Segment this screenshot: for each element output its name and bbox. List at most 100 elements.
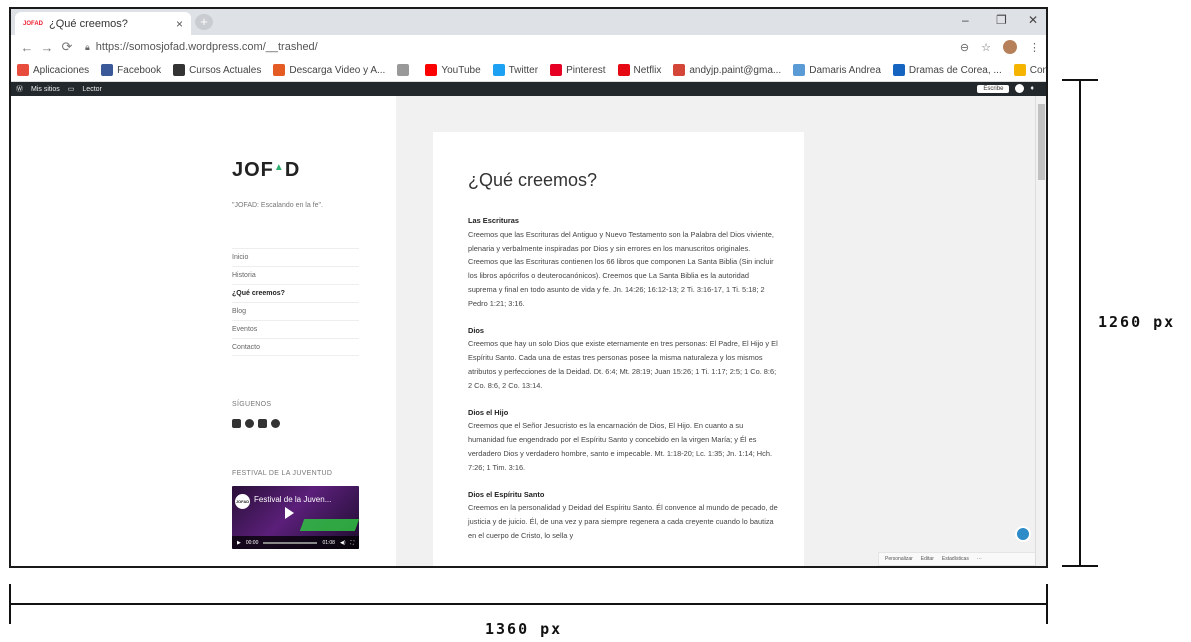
apps-grid-icon: [17, 64, 29, 76]
bookmark-item[interactable]: Damaris Andrea: [793, 64, 881, 76]
forward-icon[interactable]: →: [37, 40, 57, 55]
address-bar: ← → ⟳ 🔒︎ https://somosjofad.wordpress.com…: [11, 35, 1046, 59]
video-time-total: 01:08: [322, 539, 335, 546]
zoom-icon[interactable]: ⊖: [960, 41, 969, 54]
wordpress-icon[interactable]: Ⓦ: [16, 84, 23, 94]
user-avatar-icon[interactable]: [1015, 84, 1025, 93]
page-icon: [397, 64, 410, 76]
address-actions: ⊖ ☆ ⋮: [960, 40, 1040, 54]
youtube-icon: [425, 64, 438, 76]
height-dim-line: [1079, 79, 1081, 567]
site-logo[interactable]: JOF▲D: [232, 159, 300, 182]
reload-icon[interactable]: ⟳: [57, 39, 77, 55]
bookmark-label: Twitter: [508, 64, 539, 76]
wordpress-float-icon[interactable]: [1015, 526, 1031, 542]
bookmark-label: Convertidor de Vid...: [1029, 64, 1046, 76]
volume-icon[interactable]: ◀): [340, 540, 346, 546]
estadisticas-link[interactable]: Estadísticas: [942, 556, 969, 562]
twitter-icon: [492, 64, 505, 76]
section-heading: Dios el Hijo: [468, 407, 509, 417]
menu-item-blog[interactable]: Blog: [232, 302, 359, 320]
menu-item-historia[interactable]: Historia: [232, 266, 359, 284]
width-dim-label: 1360 px: [485, 620, 563, 638]
bookmarks-bar: Aplicaciones Facebook Cursos Actuales Desca…: [11, 59, 1046, 82]
download-icon: [273, 64, 286, 76]
profile-icon: [793, 64, 806, 76]
back-icon[interactable]: ←: [17, 40, 37, 55]
maximize-icon[interactable]: ❐: [996, 13, 1007, 27]
close-window-icon[interactable]: ✕: [1028, 13, 1038, 27]
mis-sitios-link[interactable]: Mis sitios: [31, 86, 60, 93]
section-heading: Dios el Espíritu Santo: [468, 489, 545, 499]
play-icon[interactable]: [285, 507, 294, 519]
fullscreen-icon[interactable]: ⛶: [350, 540, 354, 546]
personalizar-link[interactable]: Personalizar: [885, 556, 913, 562]
bookmark-item[interactable]: Twitter: [492, 64, 539, 76]
width-dim-tick-right: [1046, 584, 1048, 624]
video-graphic: [299, 519, 359, 531]
menu-item-eventos[interactable]: Eventos: [232, 320, 359, 338]
url-field[interactable]: 🔒︎ https://somosjofad.wordpress.com/__tra…: [85, 41, 960, 53]
section-text: Creemos que las Escrituras del Antiguo y…: [468, 229, 774, 308]
pinterest-icon: [550, 64, 563, 76]
bookmark-item[interactable]: Dramas de Corea, ...: [892, 64, 1002, 76]
reader-icon: ▭: [67, 86, 75, 93]
lock-icon: 🔒︎: [85, 42, 90, 52]
bookmark-item[interactable]: [397, 64, 413, 76]
bookmark-item[interactable]: andyjp.paint@gma...: [673, 64, 781, 76]
instagram-icon[interactable]: [245, 419, 254, 428]
scrollbar-thumb[interactable]: [1038, 104, 1045, 180]
menu-item-que-creemos[interactable]: ¿Qué creemos?: [232, 284, 359, 302]
video-progress-bar[interactable]: [263, 541, 318, 544]
tab-close-icon[interactable]: ×: [176, 17, 183, 31]
twitter-icon[interactable]: [271, 419, 280, 428]
facebook-icon[interactable]: [232, 419, 241, 428]
tab-favicon: JOFAD: [23, 20, 44, 27]
article-card: ¿Qué creemos? Las Escrituras Creemos que…: [433, 132, 804, 566]
notifications-icon[interactable]: ♦: [1030, 85, 1034, 92]
minimize-icon[interactable]: –: [962, 13, 969, 27]
play-small-icon[interactable]: ▶: [237, 540, 241, 546]
gmail-icon: [673, 64, 686, 76]
width-dim-line: [9, 603, 1048, 605]
bookmark-item[interactable]: Pinterest: [550, 64, 606, 76]
bookmark-item[interactable]: Netflix: [617, 64, 662, 76]
lector-link[interactable]: Lector: [82, 86, 101, 93]
bookmark-item[interactable]: Cursos Actuales: [173, 64, 261, 76]
bookmark-label: Dramas de Corea, ...: [908, 64, 1002, 76]
bookmark-item[interactable]: Descarga Video y A...: [273, 64, 385, 76]
r-icon: [892, 64, 905, 76]
active-tab[interactable]: JOFAD ¿Qué creemos? ×: [15, 12, 191, 35]
video-player[interactable]: JOFAD Festival de la Juven... ▶ 00:00 01…: [232, 486, 359, 549]
menu-kebab-icon[interactable]: ⋮: [1029, 41, 1040, 54]
star-icon[interactable]: ☆: [981, 41, 991, 54]
folder-icon: [1013, 64, 1026, 76]
admin-footer-bar: Personalizar Editar Estadísticas ···: [878, 552, 1038, 566]
page-scrollbar[interactable]: [1035, 96, 1046, 566]
bookmark-label: andyjp.paint@gma...: [689, 64, 782, 76]
facebook-icon: [101, 64, 114, 76]
screenshot-stage: JOFAD ¿Qué creemos? × + – ❐ ✕ ← → ⟳ 🔒︎ ht…: [0, 0, 1191, 642]
menu-item-inicio[interactable]: Inicio: [232, 248, 359, 266]
bookmark-item[interactable]: YouTube: [425, 64, 481, 76]
profile-avatar[interactable]: [1003, 40, 1017, 54]
video-controls: ▶ 00:00 01:08 ◀) ⛶: [232, 536, 359, 549]
article-body: Las Escrituras Creemos que las Escritura…: [468, 214, 778, 556]
cursos-icon: [173, 64, 186, 76]
youtube-icon[interactable]: [258, 419, 267, 428]
main-menu: Inicio Historia ¿Qué creemos? Blog Event…: [232, 248, 359, 356]
escribe-button[interactable]: Escribe: [977, 84, 1010, 93]
bookmark-label: Netflix: [633, 64, 662, 76]
bookmark-label: Descarga Video y A...: [289, 64, 386, 76]
more-icon[interactable]: ···: [977, 556, 982, 562]
video-time-current: 00:00: [245, 539, 259, 546]
menu-item-contacto[interactable]: Contacto: [232, 338, 359, 356]
bookmark-item[interactable]: Facebook: [101, 64, 161, 76]
section-text: Creemos en la personalidad y Deidad del …: [468, 503, 778, 540]
new-tab-button[interactable]: +: [195, 14, 213, 30]
editar-link[interactable]: Editar: [921, 556, 934, 562]
bookmark-item[interactable]: Aplicaciones: [17, 64, 89, 76]
bookmark-item[interactable]: Convertidor de Vid...: [1013, 64, 1046, 76]
video-title[interactable]: Festival de la Juven...: [254, 495, 331, 504]
bookmark-label: Cursos Actuales: [189, 64, 262, 76]
